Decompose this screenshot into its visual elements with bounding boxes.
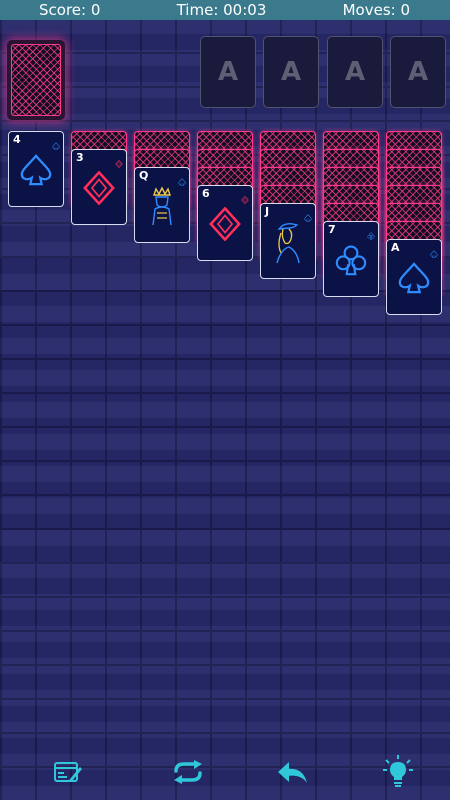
faceup-card-4-spade[interactable]: 4 [8,131,64,207]
faceup-card-3-diamond[interactable]: 3 [71,149,127,225]
new-game-icon [54,762,82,782]
diamond-icon [115,153,123,169]
card-rank: 7 [328,223,336,236]
club-icon [367,225,375,240]
foundation-label: A [344,57,366,87]
spade-icon [19,153,53,191]
card-rank: J [265,205,270,218]
card-rank: A [391,241,400,254]
jack-figure-icon [271,219,305,269]
card-rank: Q [139,169,149,182]
spade-icon [178,171,186,186]
spade-icon [304,207,312,222]
stock-pile[interactable] [7,40,65,120]
restart-button[interactable] [171,755,205,789]
faceup-card-7-club[interactable]: 7 [323,221,379,297]
queen-figure-icon [145,185,179,231]
stock-card-back[interactable] [11,44,61,116]
foundation-pile-1[interactable]: A [200,36,256,108]
spade-icon [52,135,60,150]
foundation-pile-3[interactable]: A [327,36,383,108]
foundation-label: A [280,57,302,87]
moves-label: Moves: 0 [342,1,410,19]
restart-icon [174,760,202,784]
diamond-icon [82,170,116,209]
foundation-label: A [407,57,429,87]
undo-button[interactable] [276,755,310,789]
faceup-card-Q-spade[interactable]: Q [134,167,190,243]
bottom-toolbar [0,755,450,795]
club-icon [334,243,368,281]
faceup-card-6-diamond[interactable]: 6 [197,185,253,261]
foundation-pile-4[interactable]: A [390,36,446,108]
undo-icon [278,762,307,783]
diamond-icon [241,189,249,205]
hint-icon [383,755,413,787]
foundation-pile-2[interactable]: A [263,36,319,108]
card-rank: 6 [202,187,210,200]
hint-button[interactable] [381,755,415,789]
card-rank: 3 [76,151,84,164]
diamond-icon [208,206,242,245]
status-bar: Score: 0 Time: 00:03 Moves: 0 [0,0,450,20]
card-rank: 4 [13,133,21,146]
score-label: Score: 0 [39,1,101,19]
faceup-card-J-spade[interactable]: J [260,203,316,279]
foundation-label: A [217,57,239,87]
time-label: Time: 00:03 [176,1,267,19]
spade-icon [430,243,438,258]
faceup-card-A-spade[interactable]: A [386,239,442,315]
spade-icon [397,261,431,299]
new-game-button[interactable] [51,755,85,789]
